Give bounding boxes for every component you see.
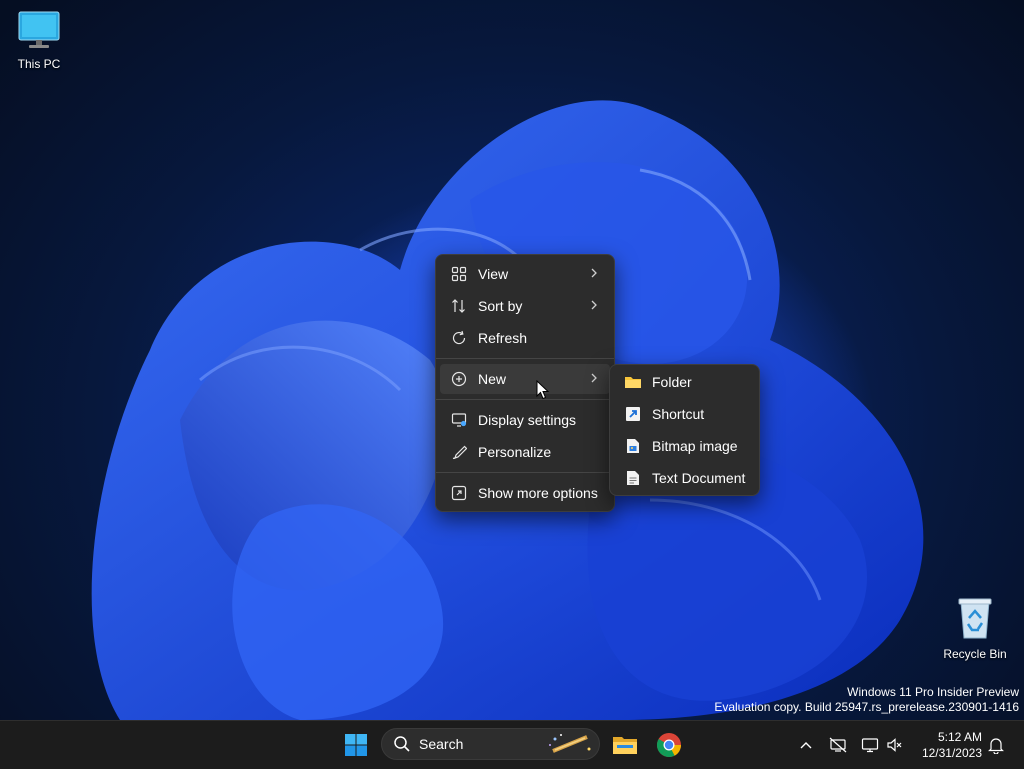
menu-item-view-label: View [478, 266, 509, 282]
menu-item-new-label: New [478, 371, 507, 387]
submenu-item-text-document[interactable]: Text Document [614, 463, 755, 493]
taskbar-clock[interactable]: 5:12 AM 12/31/2023 [922, 729, 982, 761]
submenu-item-shortcut[interactable]: Shortcut [614, 399, 755, 429]
submenu-item-text-document-label: Text Document [652, 470, 746, 486]
recycle-bin-icon [958, 598, 992, 639]
menu-item-show-more-options[interactable]: Show more options [440, 478, 610, 508]
bitmap-image-icon [624, 437, 642, 455]
desktop-icon-this-pc[interactable]: This PC [0, 10, 79, 71]
menu-item-sort-by[interactable]: Sort by [440, 291, 610, 321]
menu-item-display-settings[interactable]: Display settings [440, 405, 610, 435]
search-icon [394, 736, 410, 752]
submenu-item-folder-label: Folder [652, 374, 692, 390]
menu-item-personalize[interactable]: Personalize [440, 437, 610, 467]
clock-date: 12/31/2023 [921, 746, 982, 760]
chrome-icon [656, 733, 681, 758]
watermark-line-2: Evaluation copy. Build 25947.rs_prerelea… [714, 700, 1019, 714]
taskbar-search-box[interactable]: Search [381, 728, 600, 760]
recycle-bin-label: Recycle Bin [943, 647, 1007, 661]
chevron-right-icon [590, 298, 598, 315]
menu-separator [436, 472, 614, 473]
view-grid-icon [450, 265, 468, 283]
notification-bell-icon [988, 738, 1004, 754]
show-hidden-icons-button[interactable] [796, 735, 816, 755]
search-label: Search [419, 736, 464, 752]
desktop-icon-recycle-bin[interactable]: Recycle Bin [935, 596, 1015, 661]
text-document-icon [624, 469, 642, 487]
chevron-right-icon [590, 371, 598, 388]
evaluation-watermark: Windows 11 Pro Insider Preview Evaluatio… [714, 685, 1019, 715]
this-pc-icon [18, 11, 60, 48]
file-explorer-icon [613, 737, 637, 754]
display-button[interactable] [860, 735, 880, 755]
menu-item-show-more-options-label: Show more options [478, 485, 598, 501]
volume-button[interactable] [885, 735, 905, 755]
file-explorer-button[interactable] [607, 727, 643, 763]
personalize-brush-icon [450, 443, 468, 461]
new-submenu: Folder Shortcut Bitmap image Text Docume… [609, 364, 760, 496]
show-hidden-icons-chevron [800, 742, 812, 749]
watermark-line-1: Windows 11 Pro Insider Preview [847, 685, 1019, 699]
show-more-options-icon [450, 484, 468, 502]
taskbar: Search 5:12 AM 12/31/2023 [0, 720, 1024, 769]
start-icon [345, 734, 367, 756]
menu-item-refresh-label: Refresh [478, 330, 528, 346]
menu-item-display-settings-label: Display settings [478, 412, 577, 428]
sort-icon [450, 297, 468, 315]
desktop-context-menu: View Sort by Refresh New Display setting… [435, 254, 615, 512]
network-icon [829, 737, 847, 753]
shortcut-icon [624, 405, 642, 423]
refresh-icon [450, 329, 468, 347]
display-settings-icon [450, 411, 468, 429]
menu-separator [436, 399, 614, 400]
chevron-right-icon [590, 266, 598, 283]
new-plus-icon [450, 370, 468, 388]
menu-item-personalize-label: Personalize [478, 444, 552, 460]
submenu-item-bitmap-image-label: Bitmap image [652, 438, 738, 454]
menu-item-view[interactable]: View [440, 259, 610, 289]
menu-separator [436, 358, 614, 359]
clock-time: 5:12 AM [937, 730, 982, 744]
volume-muted-icon [887, 738, 902, 752]
search-highlight-sparkler-icon [549, 734, 591, 753]
notification-button[interactable] [986, 735, 1006, 755]
submenu-item-shortcut-label: Shortcut [652, 406, 705, 422]
chrome-button[interactable] [651, 727, 687, 763]
start-button[interactable] [338, 727, 374, 763]
submenu-item-bitmap-image[interactable]: Bitmap image [614, 431, 755, 461]
menu-item-sort-by-label: Sort by [478, 298, 523, 314]
display-icon [861, 738, 879, 753]
mouse-cursor-icon [536, 380, 550, 400]
menu-item-new[interactable]: New [440, 364, 610, 394]
network-button[interactable] [828, 735, 848, 755]
this-pc-label: This PC [17, 57, 61, 71]
folder-icon [624, 373, 642, 391]
menu-item-refresh[interactable]: Refresh [440, 323, 610, 353]
submenu-item-folder[interactable]: Folder [614, 367, 755, 397]
